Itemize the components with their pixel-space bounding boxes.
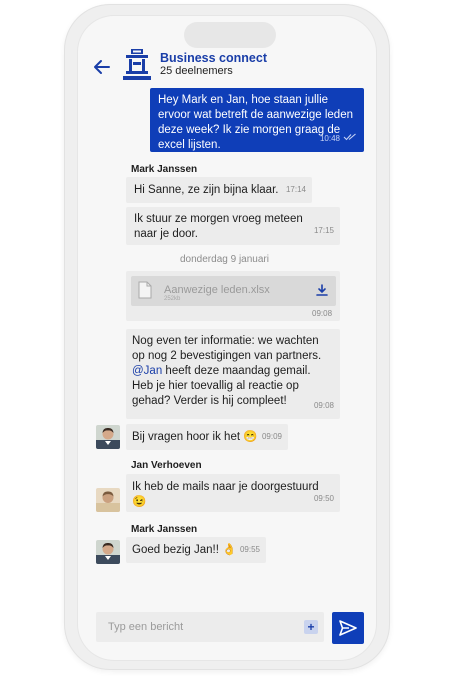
add-attachment-button[interactable]: + [304, 620, 318, 634]
message-time: 09:08 [313, 401, 334, 410]
incoming-message: Goed bezig Jan!! 👌 09:55 [126, 537, 266, 563]
incoming-message: Nog even ter informatie: we wachten op n… [126, 329, 340, 419]
mention-link[interactable]: @Jan [132, 365, 162, 377]
phone-notch [184, 22, 276, 48]
send-button[interactable] [332, 612, 364, 644]
message-text: Bij vragen hoor ik het 😁 [132, 431, 258, 443]
file-size: 252kb [164, 296, 181, 302]
incoming-message: Hi Sanne, ze zijn bijna klaar. 17:14 [126, 177, 312, 203]
sender-name: Mark Janssen [131, 524, 198, 535]
message-time: 09:08 [312, 309, 333, 318]
message-time: 09:50 [313, 494, 334, 503]
file-attachment[interactable]: Aanwezige leden.xlsx 252kb [131, 276, 336, 306]
outgoing-message: Hey Mark en Jan, hoe staan jullie ervoor… [150, 88, 364, 152]
message-time: 09:09 [261, 432, 282, 441]
message-body: Nog even ter informatie: we wachten op n… [132, 334, 334, 409]
date-separator: donderdag 9 januari [180, 254, 269, 265]
download-icon[interactable] [315, 283, 329, 297]
message-text: Hi Sanne, ze zijn bijna klaar. [134, 184, 279, 196]
message-text: Ik heb de mails naar je doorgestuurd 😉 [132, 481, 319, 508]
message-input[interactable] [108, 621, 288, 633]
message-text: Ik stuur ze morgen vroeg meteen naar je … [134, 213, 303, 240]
message-time: 17:15 [313, 226, 334, 235]
avatar-mark-janssen[interactable] [96, 425, 120, 449]
message-time: 09:55 [239, 545, 260, 554]
participant-count: 25 deelnemers [160, 65, 233, 77]
avatar-mark-janssen[interactable] [96, 540, 120, 564]
double-check-icon [343, 131, 357, 146]
group-logo-icon [122, 48, 152, 82]
message-composer: + [96, 612, 324, 642]
message-time: 10:48 [319, 134, 340, 143]
group-name[interactable]: Business connect [160, 51, 267, 65]
incoming-message: Ik heb de mails naar je doorgestuurd 😉 0… [126, 474, 340, 512]
send-icon [339, 620, 357, 641]
incoming-message: Bij vragen hoor ik het 😁 09:09 [126, 424, 288, 450]
file-name: Aanwezige leden.xlsx [164, 284, 270, 296]
avatar-jan-verhoeven[interactable] [96, 488, 120, 512]
message-text: Nog even ter informatie: we wachten op n… [132, 335, 322, 362]
message-time: 17:14 [285, 185, 306, 194]
document-icon [138, 281, 152, 299]
sender-name: Jan Verhoeven [131, 460, 202, 471]
back-arrow-icon[interactable] [91, 56, 113, 78]
sender-name: Mark Janssen [131, 164, 198, 175]
incoming-message: Ik stuur ze morgen vroeg meteen naar je … [126, 207, 340, 245]
